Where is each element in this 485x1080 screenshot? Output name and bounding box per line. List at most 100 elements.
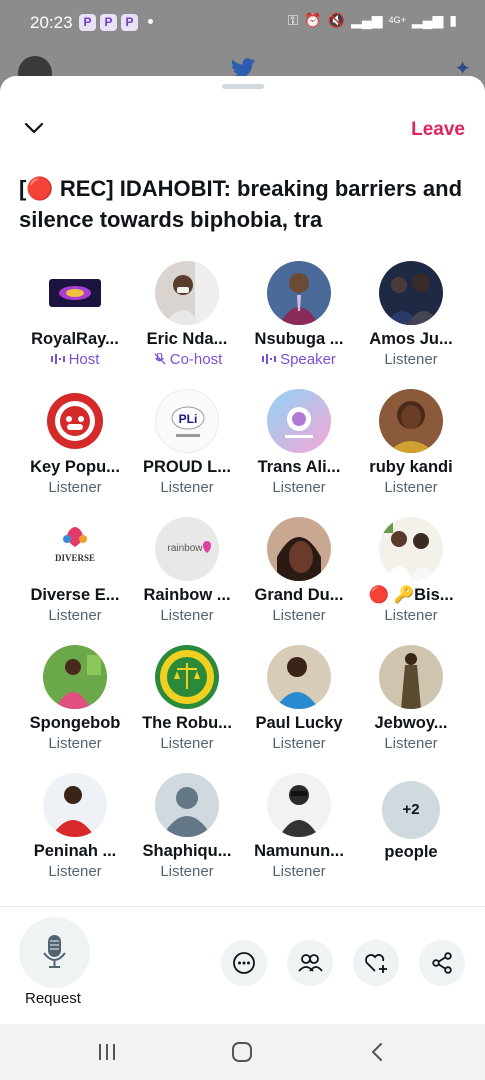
participant-card[interactable]: Eric Nda... Co-host [131,259,243,387]
diverse-logo-text: DIVERSE [55,553,95,563]
participant-role: Listener [48,735,102,752]
participant-card[interactable]: Amos Ju... Listener [355,259,467,387]
avatar [43,773,107,837]
more-people-card[interactable]: +2 people [355,771,467,899]
space-sheet: Leave [🔴 REC] IDAHOBIT: breaking barrier… [0,76,485,1024]
participant-card[interactable]: The Robu... Listener [131,643,243,771]
participant-card[interactable]: Peninah ... Listener [19,771,131,899]
react-button[interactable] [353,940,399,986]
system-icons: ⚿ ⏰ 🔇 ▂▄▆ 4G+ ▂▄▆ ▮ [288,12,457,29]
battery-icon: ▮ [449,12,457,28]
participant-card[interactable]: Shaphiqu... Listener [131,771,243,899]
participant-card[interactable]: RoyalRay... Host [19,259,131,387]
participant-card[interactable]: Trans Ali... Listener [243,387,355,515]
system-nav-bar [0,1024,485,1080]
request-button[interactable] [19,917,90,988]
participant-card[interactable]: PLi PROUD L... Listener [131,387,243,515]
participants-grid: RoyalRay... Host Eric Nda... Co-host Nsu… [19,259,467,899]
mute-icon: 🔇 [327,12,346,28]
heart-plus-icon [365,954,387,973]
participant-name: Key Popu... [30,458,120,476]
participant-name: Peninah ... [33,842,117,860]
app-notification-icon: P [100,14,117,31]
participant-role: Listener [160,479,214,496]
participant-role: Listener [48,863,102,880]
participant-role: Listener [384,607,438,624]
avatar [267,517,331,581]
participant-name: PROUD L... [142,458,231,476]
participant-card[interactable]: Namunun... Listener [243,771,355,899]
participant-name: Nsubuga ... [254,330,344,348]
home-icon[interactable] [230,1040,254,1064]
speaking-icon [50,354,65,364]
participant-role: Co-host [131,351,243,368]
leave-button[interactable]: Leave [411,119,465,141]
avatar [267,773,331,837]
avatar [379,261,443,325]
participant-role: Listener [384,351,438,368]
avatar [267,261,331,325]
status-time: 20:23 [30,13,73,32]
participant-name: Diverse E... [30,586,120,604]
pli-logo-text: PLi [179,412,198,426]
speaking-icon [262,354,277,364]
participant-name: Spongebob [29,714,121,732]
participant-name: Eric Nda... [146,330,228,348]
chevron-down-icon[interactable] [22,116,46,140]
participant-card[interactable]: Spongebob Listener [19,643,131,771]
participant-role: Listener [48,607,102,624]
participant-card[interactable]: Nsubuga ... Speaker [243,259,355,387]
back-icon[interactable] [366,1040,390,1064]
participant-name: Amos Ju... [369,330,453,348]
participant-card[interactable]: ruby kandi Listener [355,387,467,515]
status-bar: 20:23 P P P ⚿ ⏰ 🔇 ▂▄▆ 4G+ ▂▄▆ ▮ [0,0,485,46]
participant-card[interactable]: rainbow Rainbow ... Listener [131,515,243,643]
participant-name: Grand Du... [254,586,344,604]
participant-name: Trans Ali... [257,458,341,476]
rainbow-logo-text: rainbow [167,543,203,554]
participant-card[interactable]: Grand Du... Listener [243,515,355,643]
share-button[interactable] [419,940,465,986]
notification-icons: P P P [79,14,138,31]
participant-name: Paul Lucky [255,714,343,732]
participant-card[interactable]: Key Popu... Listener [19,387,131,515]
participant-role: Listener [48,479,102,496]
participant-card[interactable]: DIVERSE Diverse E... Listener [19,515,131,643]
signal-icon: ▂▄▆ [351,12,383,28]
more-notifications-dot [148,19,153,24]
space-title: [🔴 REC] IDAHOBIT: breaking barriers and … [19,176,463,232]
participant-card[interactable]: 🔴 🔑Bis... Listener [355,515,467,643]
participant-name: Jebwoy... [374,714,448,732]
participant-role: Listener [160,863,214,880]
app-notification-icon: P [79,14,96,31]
avatar [43,261,107,325]
participant-card[interactable]: Paul Lucky Listener [243,643,355,771]
participant-role: Listener [272,863,326,880]
participant-name: Shaphiqu... [142,842,232,860]
alarm-icon: ⏰ [304,12,322,28]
people-button[interactable] [287,940,333,986]
participant-role: Listener [272,735,326,752]
more-people-count: +2 [382,781,440,839]
recent-apps-icon[interactable] [95,1040,119,1064]
participant-role: Speaker [243,351,355,368]
participant-name: RoyalRay... [31,330,119,348]
avatar [379,389,443,453]
mic-off-icon [154,353,166,365]
share-icon [432,952,452,974]
avatar [379,645,443,709]
sheet-drag-handle[interactable] [222,84,264,89]
avatar [155,261,219,325]
participant-card[interactable]: Jebwoy... Listener [355,643,467,771]
more-options-button[interactable] [221,940,267,986]
avatar [43,645,107,709]
avatar [43,389,107,453]
participant-role: Listener [272,479,326,496]
participant-role: Listener [272,607,326,624]
key-icon: ⚿ [287,12,299,28]
avatar [155,773,219,837]
avatar [155,645,219,709]
more-icon [233,952,255,974]
participant-name: The Robu... [142,714,232,732]
bottom-divider [0,906,485,907]
